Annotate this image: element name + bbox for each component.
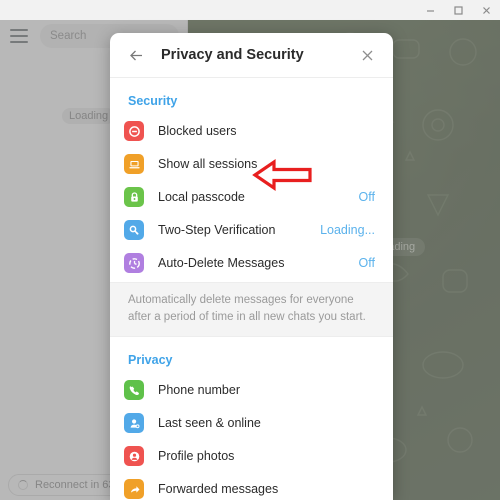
close-icon[interactable] (354, 42, 380, 68)
title-bar (0, 0, 500, 20)
forward-arrow-icon (124, 479, 144, 500)
setting-label: Forwarded messages (158, 482, 279, 497)
setting-label: Phone number (158, 383, 241, 398)
setting-label: Auto-Delete Messages (158, 256, 285, 270)
setting-row-two-step-verification[interactable]: Two-Step Verification Loading... (110, 216, 393, 244)
setting-row-last-seen-online[interactable]: Last seen & online (110, 409, 393, 437)
setting-label: Two-Step Verification (158, 223, 276, 237)
privacy-security-dialog: Privacy and Security Security Blocked us… (110, 33, 393, 500)
phone-icon (124, 380, 144, 401)
red-left-arrow-annotation (252, 158, 312, 192)
setting-label: Blocked users (158, 124, 237, 138)
setting-row-forwarded-messages[interactable]: Forwarded messages (110, 475, 393, 500)
sessions-laptop-icon (124, 154, 144, 174)
page-title: Privacy and Security (161, 47, 304, 63)
setting-row-profile-photos[interactable]: Profile photos (110, 442, 393, 470)
auto-delete-timer-icon (124, 253, 144, 273)
profile-photo-icon (124, 446, 144, 467)
section-heading-security: Security (128, 94, 178, 108)
section-heading-privacy: Privacy (128, 353, 173, 368)
settings-scroll-area[interactable]: Security Blocked users Show all sessions (110, 78, 393, 500)
blocked-users-icon (124, 121, 144, 141)
app-window: Search Loading Reconnect in 63 s... (0, 0, 500, 500)
key-icon (124, 220, 144, 240)
setting-label: Local passcode (158, 190, 245, 204)
maximize-icon[interactable] (444, 0, 472, 20)
last-seen-icon (124, 413, 144, 434)
setting-value: Loading... (320, 223, 375, 237)
setting-row-auto-delete-messages[interactable]: Auto-Delete Messages Off (110, 249, 393, 277)
close-icon[interactable] (472, 0, 500, 20)
lock-icon (124, 187, 144, 207)
setting-value: Off (358, 256, 375, 270)
auto-delete-description: Automatically delete messages for everyo… (110, 282, 393, 338)
setting-label: Last seen & online (158, 416, 261, 431)
setting-value: Off (358, 190, 375, 204)
back-arrow-icon[interactable] (123, 42, 149, 68)
setting-row-phone-number[interactable]: Phone number (110, 376, 393, 404)
minimize-icon[interactable] (416, 0, 444, 20)
setting-label: Profile photos (158, 449, 235, 464)
dialog-header: Privacy and Security (110, 33, 393, 78)
setting-row-blocked-users[interactable]: Blocked users (110, 117, 393, 145)
